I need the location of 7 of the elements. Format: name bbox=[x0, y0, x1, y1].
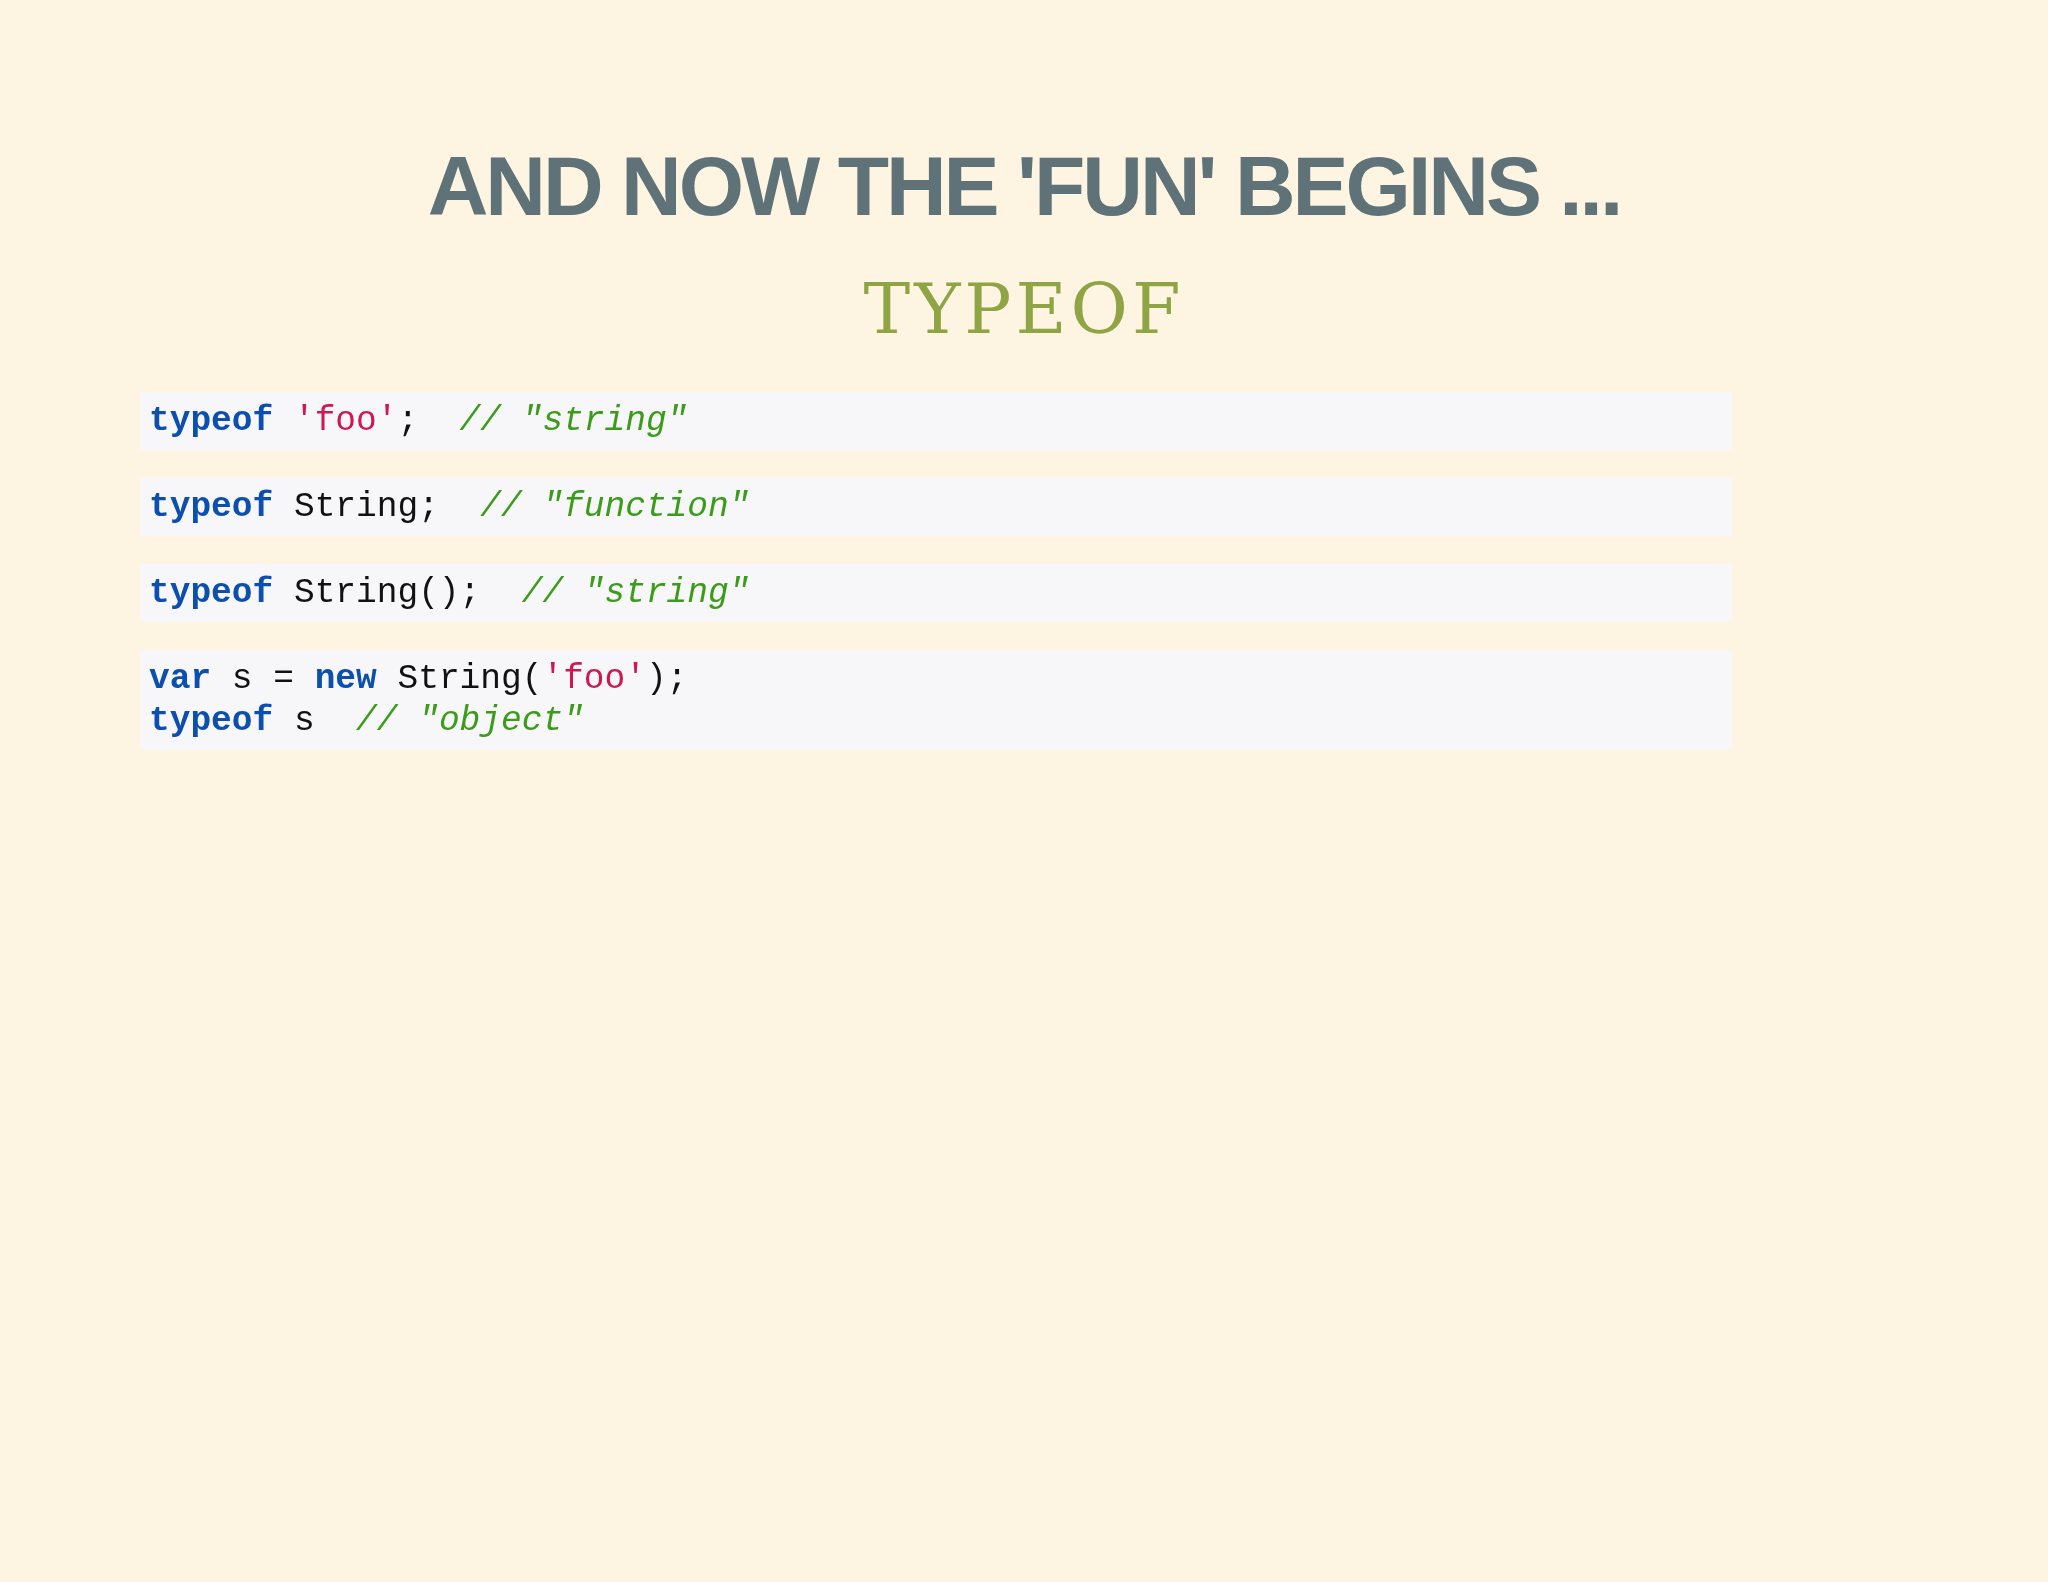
slide-subtitle: TYPEOF bbox=[863, 270, 1185, 348]
code-line: typeof s // "object" bbox=[149, 699, 584, 742]
code-line: var s = new String('foo'); bbox=[149, 657, 688, 700]
code-line: typeof 'foo'; // "string" bbox=[149, 399, 688, 442]
slide-title: AND NOW THE 'FUN' BEGINS ... bbox=[427, 138, 1621, 235]
code-line: typeof String; // "function" bbox=[149, 485, 750, 528]
code-line: typeof String(); // "string" bbox=[149, 571, 750, 614]
